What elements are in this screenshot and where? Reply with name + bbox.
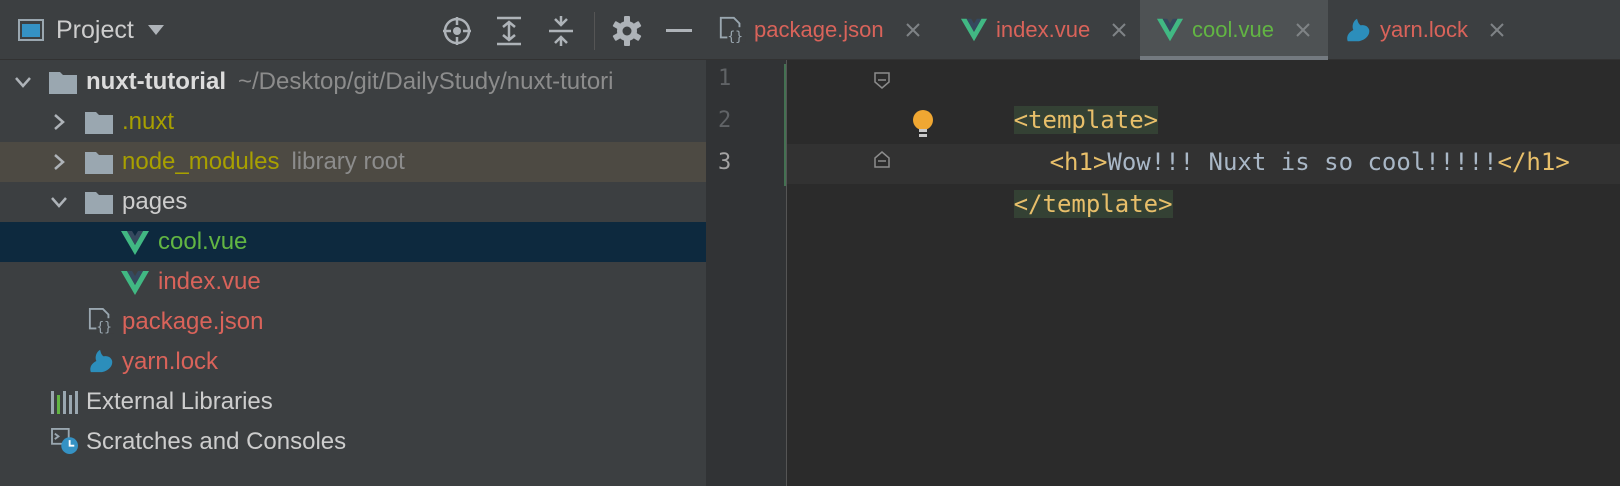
close-icon[interactable]: [1110, 21, 1128, 39]
tree-item-external-libraries[interactable]: External Libraries: [0, 382, 706, 422]
project-panel: Project nuxt-tutorial ~/Desktop/git/Dail…: [0, 0, 706, 486]
close-icon[interactable]: [1294, 21, 1312, 39]
tree-item-package-json[interactable]: {} package.json: [0, 302, 706, 342]
tree-label-pages: pages: [122, 188, 188, 215]
yarn-icon: [1347, 18, 1370, 42]
h1-close-tag: </h1>: [1497, 148, 1570, 176]
gear-icon: [612, 16, 642, 46]
lightbulb-icon[interactable]: [912, 109, 934, 139]
chevron-down-icon: [51, 197, 67, 208]
tab-package-json[interactable]: {} package.json: [718, 0, 922, 60]
project-panel-header: Project: [0, 0, 706, 60]
collapse-all-button[interactable]: [544, 14, 578, 48]
minimize-icon: [666, 29, 692, 32]
tab-label: cool.vue: [1192, 17, 1274, 42]
tab-cool-vue[interactable]: cool.vue: [1140, 0, 1328, 60]
tree-item-node-modules[interactable]: node_modules library root: [0, 142, 706, 182]
chevron-right-icon: [54, 154, 65, 170]
tree-label-scratches: Scratches and Consoles: [86, 428, 347, 455]
folder-icon: [85, 192, 113, 214]
root-name: nuxt-tutorial: [86, 68, 226, 95]
settings-button[interactable]: [610, 14, 644, 48]
close-icon[interactable]: [1488, 21, 1506, 39]
expand-all-button[interactable]: [492, 14, 526, 48]
tab-index-vue[interactable]: index.vue: [960, 0, 1128, 60]
folder-icon: [49, 72, 77, 94]
fold-end-icon[interactable]: [872, 150, 892, 170]
tree-label-nuxt: .nuxt: [122, 108, 175, 135]
vue-icon: [121, 271, 149, 295]
tree-item-nuxt[interactable]: .nuxt: [0, 102, 706, 142]
library-root-note: library root: [291, 148, 405, 175]
project-view-selector[interactable]: Project: [18, 14, 164, 46]
tree-item-index-vue[interactable]: index.vue: [0, 262, 706, 302]
tab-label: yarn.lock: [1380, 17, 1469, 42]
template-close-tag: </template>: [1013, 190, 1173, 218]
tree-item-scratches[interactable]: Scratches and Consoles: [0, 422, 706, 462]
vue-icon: [1156, 18, 1184, 42]
line-number: 3: [718, 150, 732, 175]
vue-icon: [121, 231, 149, 255]
line-number: 1: [718, 66, 732, 91]
chevron-right-icon: [54, 114, 65, 130]
locate-button[interactable]: [440, 14, 474, 48]
chevron-down-icon: [15, 77, 31, 88]
locate-icon: [443, 17, 471, 45]
tree-item-pages[interactable]: pages: [0, 182, 706, 222]
tree-label-node-modules: node_modules: [122, 148, 280, 175]
yarn-icon: [90, 349, 113, 373]
json-file-icon: {}: [719, 16, 746, 44]
json-file-icon: {}: [88, 308, 114, 334]
root-path: ~/Desktop/git/DailyStudy/nuxt-tutori: [237, 68, 614, 95]
scratches-icon: [51, 428, 78, 454]
expand-all-icon: [497, 16, 521, 46]
svg-text:{}: {}: [727, 29, 743, 44]
close-icon[interactable]: [904, 21, 922, 39]
ide-window: Project nuxt-tutorial ~/Desktop/git/Dail…: [0, 0, 1620, 486]
code-line-3: </template>: [898, 144, 1173, 264]
tab-yarn-lock[interactable]: yarn.lock: [1344, 0, 1506, 60]
svg-text:{}: {}: [96, 320, 112, 334]
editor-area: {} package.json index.vue cool.vue yarn.…: [706, 0, 1620, 486]
tab-label: package.json: [754, 17, 884, 42]
line-number-gutter: 1 2 3: [706, 60, 786, 486]
header-separator: [594, 12, 595, 50]
vue-icon: [960, 18, 988, 42]
tree-label-cool-vue: cool.vue: [158, 228, 248, 255]
tree-item-cool-vue[interactable]: cool.vue: [0, 222, 706, 262]
tree-label-yarn-lock: yarn.lock: [122, 348, 219, 375]
folder-icon: [85, 112, 113, 134]
tree-item-yarn-lock[interactable]: yarn.lock: [0, 342, 706, 382]
project-title: Project: [56, 15, 134, 44]
folder-icon: [85, 152, 113, 174]
code-area[interactable]: <template> <h1>Wow!!! Nuxt is so cool!!!…: [786, 60, 1620, 486]
tree-label-package-json: package.json: [122, 308, 264, 335]
tree-label-index-vue: index.vue: [158, 268, 261, 295]
collapse-all-icon: [549, 16, 573, 46]
tree-item-root[interactable]: nuxt-tutorial ~/Desktop/git/DailyStudy/n…: [0, 62, 706, 102]
fold-icon[interactable]: [872, 70, 892, 90]
tree-label-external-libraries: External Libraries: [86, 388, 273, 415]
tab-label: index.vue: [996, 17, 1091, 42]
hide-panel-button[interactable]: [662, 14, 696, 48]
libraries-icon: [51, 391, 78, 414]
line-number: 2: [718, 108, 732, 133]
window-icon: [18, 19, 44, 41]
caret-down-icon: [147, 25, 164, 35]
editor-tab-bar: {} package.json index.vue cool.vue yarn.…: [706, 0, 1620, 60]
